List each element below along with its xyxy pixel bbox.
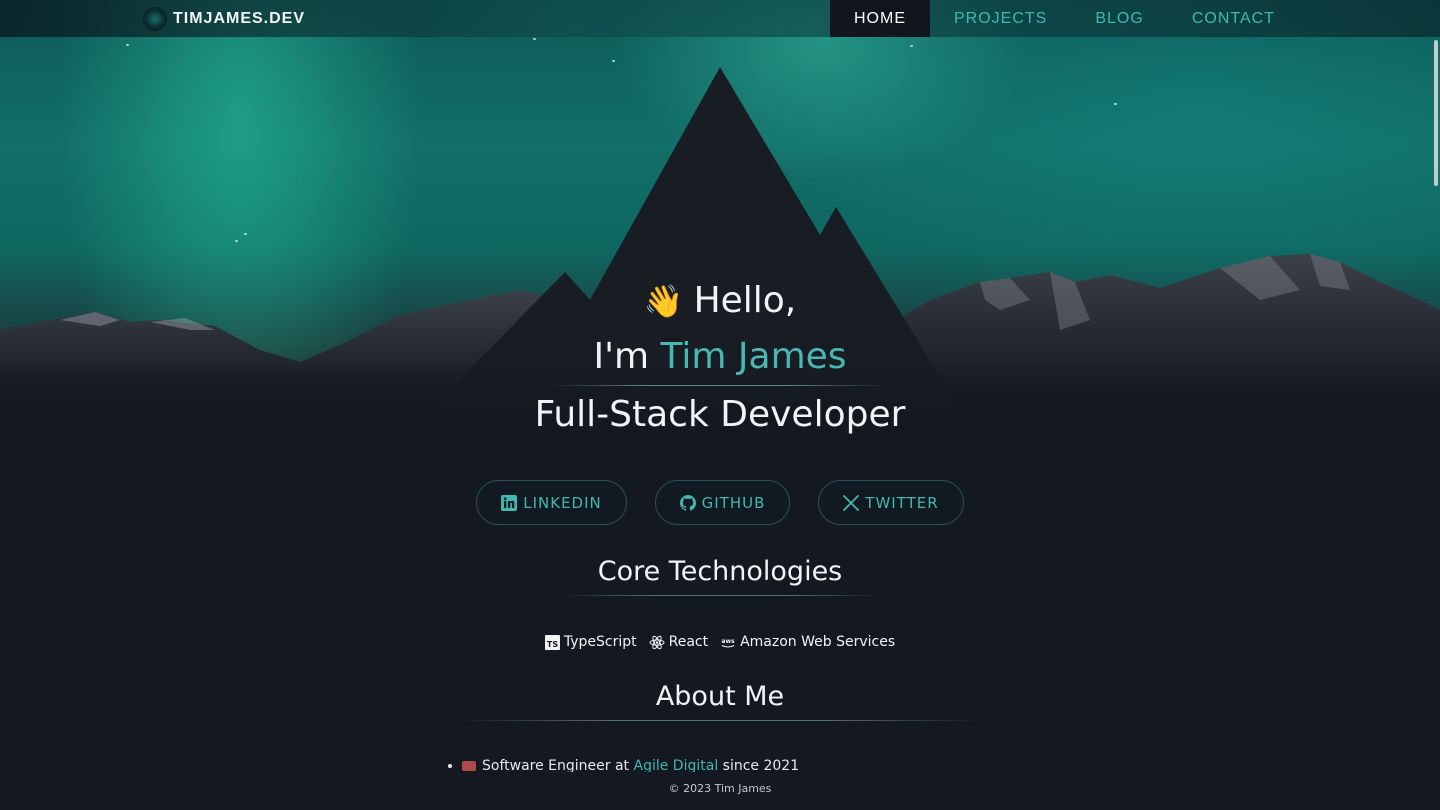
- tech-label: Amazon Web Services: [740, 634, 896, 650]
- tech-label: TypeScript: [563, 634, 637, 650]
- bullet: [448, 764, 452, 768]
- waving-hand-icon: 👋: [643, 282, 684, 320]
- svg-text:aws: aws: [722, 638, 736, 645]
- aws-icon: aws: [720, 635, 736, 650]
- linkedin-label: LINKEDIN: [523, 493, 602, 512]
- social-links: LINKEDIN GITHUB TWITTER: [0, 480, 1440, 525]
- x-icon: [843, 494, 860, 511]
- twitter-button[interactable]: TWITTER: [818, 480, 964, 525]
- core-technologies-title: Core Technologies: [597, 556, 843, 587]
- nav-home[interactable]: HOME: [830, 0, 930, 37]
- top-navbar: TIMJAMES.DEV HOME PROJECTS BLOG CONTACT: [0, 0, 1440, 37]
- tech-list: TS TypeScript React aws Amazon Web Servi…: [0, 634, 1440, 650]
- hello-heading: 👋 Hello,: [0, 280, 1440, 321]
- company-link[interactable]: Agile Digital: [634, 758, 719, 772]
- hero-divider: [548, 385, 888, 386]
- github-icon: [679, 494, 696, 511]
- about-title: About Me: [655, 681, 785, 712]
- nav-projects[interactable]: PROJECTS: [930, 0, 1071, 37]
- footer: © 2023 Tim James: [668, 782, 772, 795]
- nav-contact[interactable]: CONTACT: [1168, 0, 1299, 37]
- briefcase-icon: [462, 761, 476, 771]
- about-divider: [460, 720, 980, 721]
- tech-typescript: TS TypeScript: [544, 634, 637, 650]
- role-heading: Full-Stack Developer: [534, 394, 906, 435]
- twitter-label: TWITTER: [865, 493, 939, 512]
- intro-heading: I'm Tim James: [0, 336, 1440, 377]
- linkedin-icon: [501, 494, 518, 511]
- hello-text: Hello,: [693, 280, 797, 321]
- tech-label: React: [668, 634, 709, 650]
- github-button[interactable]: GITHUB: [655, 480, 790, 525]
- about-line-suffix: since 2021: [722, 758, 800, 772]
- tech-aws: aws Amazon Web Services: [720, 634, 896, 650]
- about-list: Software Engineer at Agile Digital since…: [448, 758, 799, 772]
- hero-name: Tim James: [660, 336, 847, 377]
- nav-blog[interactable]: BLOG: [1071, 0, 1167, 37]
- svg-text:TS: TS: [547, 640, 558, 649]
- core-divider: [560, 595, 882, 596]
- logo-icon: [144, 8, 166, 30]
- im-text: I'm: [593, 336, 650, 377]
- nav-links: HOME PROJECTS BLOG CONTACT: [830, 0, 1299, 37]
- scrollbar[interactable]: [1434, 40, 1438, 186]
- tech-react: React: [649, 634, 708, 650]
- brand[interactable]: TIMJAMES.DEV: [144, 7, 305, 31]
- linkedin-button[interactable]: LINKEDIN: [476, 480, 627, 525]
- react-icon: [649, 635, 665, 650]
- about-line-prefix: Software Engineer at: [482, 758, 630, 772]
- brand-name: TIMJAMES.DEV: [173, 10, 306, 27]
- typescript-icon: TS: [544, 634, 560, 650]
- github-label: GITHUB: [701, 493, 766, 512]
